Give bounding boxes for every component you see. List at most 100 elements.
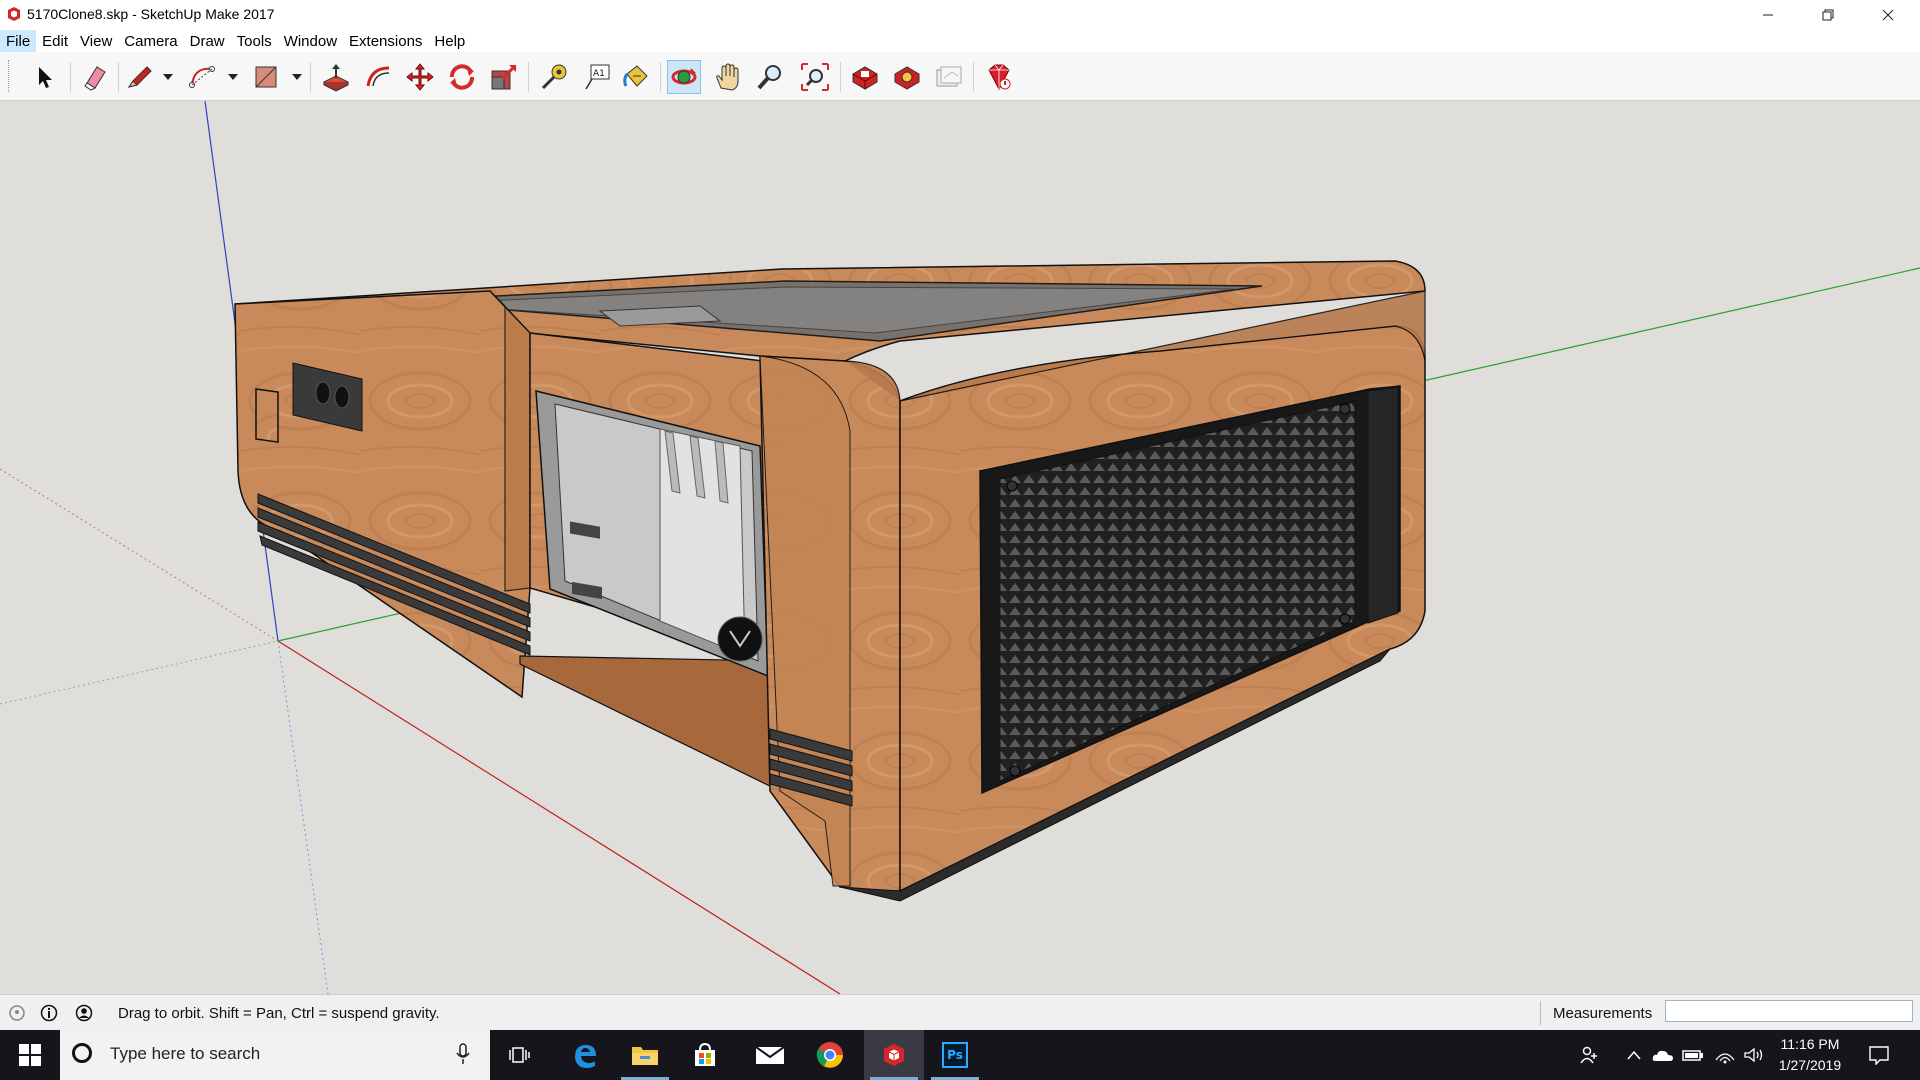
- green-axis-negative: [0, 640, 279, 705]
- people-icon[interactable]: [1578, 1044, 1600, 1066]
- user-account-icon[interactable]: [75, 1004, 93, 1022]
- text-tool-button[interactable]: A1: [580, 60, 614, 94]
- cortana-icon: [72, 1043, 92, 1063]
- scale-tool-button[interactable]: [487, 60, 521, 94]
- line-tool-button[interactable]: [122, 60, 156, 94]
- edge-taskbar-button[interactable]: [555, 1030, 615, 1080]
- chrome-taskbar-button[interactable]: [800, 1030, 860, 1080]
- scale-icon: [491, 64, 517, 90]
- computer-case-model[interactable]: [234, 260, 1426, 902]
- arc-tool-button[interactable]: [185, 60, 219, 94]
- toolbar: A1: [0, 52, 1920, 101]
- toolbar-grip[interactable]: [8, 60, 11, 92]
- menu-window[interactable]: Window: [278, 30, 343, 52]
- restore-button[interactable]: [1800, 0, 1856, 30]
- paint-bucket-tool-button[interactable]: [619, 60, 653, 94]
- geo-location-icon[interactable]: [8, 1004, 26, 1022]
- magnifier-icon: [757, 65, 781, 90]
- battery-icon[interactable]: [1682, 1044, 1704, 1066]
- menu-edit[interactable]: Edit: [36, 30, 74, 52]
- clock-date[interactable]: 1/27/2019: [1760, 1057, 1860, 1073]
- toolbar-separator: [118, 62, 119, 92]
- menu-file[interactable]: File: [0, 30, 37, 52]
- menu-view[interactable]: View: [74, 30, 118, 52]
- layout-icon: [936, 66, 962, 87]
- show-hidden-icons-chevron-icon[interactable]: [1623, 1044, 1645, 1066]
- eraser-icon: [84, 66, 106, 91]
- arc-icon: [189, 66, 215, 88]
- status-separator: [1540, 1001, 1541, 1025]
- action-center-icon[interactable]: [1868, 1044, 1890, 1066]
- layout-button[interactable]: [932, 60, 966, 94]
- warehouse-icon: [852, 66, 878, 90]
- title-bar: 5170Clone8.skp - SketchUp Make 2017: [0, 0, 1920, 30]
- push-pull-icon: [322, 64, 350, 92]
- status-message: Drag to orbit. Shift = Pan, Ctrl = suspe…: [118, 1005, 440, 1022]
- chrome-icon: [816, 1042, 843, 1068]
- photoshop-taskbar-button[interactable]: Ps: [925, 1030, 985, 1080]
- task-view-button[interactable]: [490, 1030, 550, 1080]
- hand-icon: [716, 63, 739, 91]
- zoom-extents-icon: [801, 63, 829, 91]
- paint-bucket-icon: [623, 65, 648, 87]
- offset-tool-button[interactable]: [361, 60, 395, 94]
- menu-draw[interactable]: Draw: [184, 30, 231, 52]
- start-button[interactable]: [0, 1030, 60, 1080]
- photoshop-label: Ps: [947, 1048, 963, 1062]
- model-canvas[interactable]: [0, 101, 1920, 994]
- tape-measure-icon: [541, 64, 567, 90]
- select-tool-button[interactable]: [27, 60, 61, 94]
- zoom-tool-button[interactable]: [753, 60, 787, 94]
- toolbar-separator: [973, 62, 974, 92]
- wifi-icon[interactable]: [1714, 1044, 1736, 1066]
- shape-dropdown-arrow[interactable]: [292, 74, 302, 80]
- line-dropdown-arrow[interactable]: [163, 74, 173, 80]
- minimize-button[interactable]: [1740, 0, 1796, 30]
- 3d-warehouse-button[interactable]: [848, 60, 882, 94]
- taskbar-search[interactable]: Type here to search: [60, 1030, 490, 1080]
- extension-icon: [894, 66, 920, 90]
- toolbar-separator: [70, 62, 71, 92]
- mail-taskbar-button[interactable]: [740, 1030, 800, 1080]
- eraser-tool-button[interactable]: [78, 60, 112, 94]
- rectangle-icon: [255, 66, 277, 88]
- text-tool-label: A1: [593, 69, 605, 79]
- pan-tool-button[interactable]: [711, 60, 745, 94]
- push-pull-tool-button[interactable]: [319, 60, 353, 94]
- menu-bar: File Edit View Camera Draw Tools Window …: [0, 30, 1920, 52]
- rotate-icon: [450, 64, 474, 90]
- credits-info-icon[interactable]: [40, 1004, 58, 1022]
- extension-manager-button[interactable]: [981, 60, 1015, 94]
- toolbar-separator: [310, 62, 311, 92]
- menu-help[interactable]: Help: [428, 30, 471, 52]
- orbit-tool-button[interactable]: [667, 60, 701, 94]
- minimize-icon: [1763, 14, 1773, 16]
- rotate-tool-button[interactable]: [445, 60, 479, 94]
- menu-tools[interactable]: Tools: [231, 30, 278, 52]
- tape-measure-tool-button[interactable]: [537, 60, 571, 94]
- store-taskbar-button[interactable]: [675, 1030, 735, 1080]
- clock-time[interactable]: 11:16 PM: [1760, 1036, 1860, 1052]
- close-button[interactable]: [1860, 0, 1916, 30]
- menu-extensions[interactable]: Extensions: [343, 30, 428, 52]
- move-tool-button[interactable]: [403, 60, 437, 94]
- extension-warehouse-button[interactable]: [890, 60, 924, 94]
- windows-logo-icon: [19, 1044, 41, 1066]
- zoom-extents-tool-button[interactable]: [798, 60, 832, 94]
- measurements-input[interactable]: [1665, 1000, 1913, 1022]
- move-icon: [406, 63, 434, 91]
- arrow-cursor-icon: [39, 67, 52, 88]
- arc-dropdown-arrow[interactable]: [228, 74, 238, 80]
- shape-tool-button[interactable]: [249, 60, 283, 94]
- menu-camera[interactable]: Camera: [118, 30, 183, 52]
- file-explorer-taskbar-button[interactable]: [615, 1030, 675, 1080]
- onedrive-icon[interactable]: [1652, 1044, 1674, 1066]
- sketchup-icon: [884, 1044, 904, 1066]
- sketchup-taskbar-button[interactable]: [864, 1030, 924, 1080]
- file-explorer-icon: [632, 1047, 658, 1065]
- 3d-viewport[interactable]: [0, 101, 1920, 994]
- microphone-icon[interactable]: [456, 1042, 470, 1066]
- store-icon: [695, 1042, 715, 1066]
- measurements-label: Measurements: [1553, 1005, 1653, 1022]
- edge-icon: [575, 1045, 596, 1068]
